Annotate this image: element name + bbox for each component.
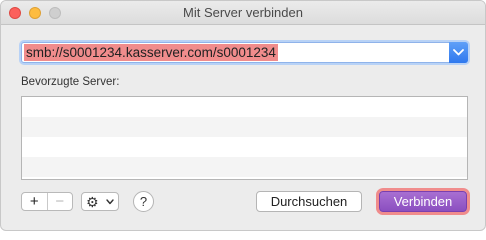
recent-servers-dropdown-button[interactable] [449,42,468,63]
connect-button[interactable]: Verbinden [379,191,467,212]
list-row [22,117,467,137]
server-address-input[interactable]: smb://s0001234.kasserver.com/s0001234 [24,44,278,61]
chevron-down-icon [453,49,464,56]
list-row [22,157,467,177]
add-remove-segmented-control: + − [21,192,73,211]
favorite-servers-label: Bevorzugte Server: [21,76,120,88]
list-row [22,137,467,157]
list-row [22,97,467,117]
connect-to-server-window: Mit Server verbinden smb://s0001234.kass… [0,0,486,231]
window-title: Mit Server verbinden [183,5,303,20]
add-server-button[interactable]: + [22,193,47,210]
remove-server-button[interactable]: − [46,193,73,210]
browse-button[interactable]: Durchsuchen [256,191,362,212]
chevron-down-icon [106,199,114,205]
favorite-servers-list[interactable] [21,96,468,180]
server-address-combobox[interactable]: smb://s0001234.kasserver.com/s0001234 [21,42,468,63]
action-menu-button[interactable]: ⚙ [81,192,119,211]
title-bar: Mit Server verbinden [1,1,485,25]
help-button[interactable]: ? [133,191,154,212]
gear-icon: ⚙ [86,194,99,210]
